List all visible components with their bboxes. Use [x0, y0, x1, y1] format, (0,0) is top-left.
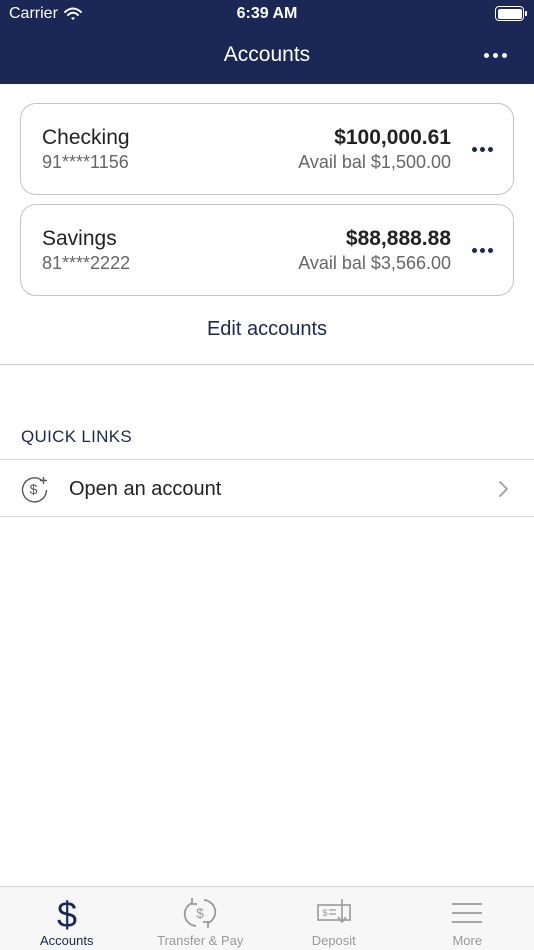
quick-link-label: Open an account — [69, 478, 222, 500]
svg-text:$: $ — [196, 905, 204, 921]
tab-label: Deposit — [311, 933, 356, 948]
tab-label: Accounts — [40, 933, 94, 948]
tab-deposit[interactable]: $ Deposit — [267, 887, 401, 950]
quick-link-open-account[interactable]: $ Open an account — [0, 459, 534, 517]
quick-links-heading: QUICK LINKS — [21, 427, 132, 446]
account-number: 81****2222 — [42, 253, 131, 273]
tab-transfer-pay[interactable]: $ Transfer & Pay — [134, 887, 268, 950]
account-name: Savings — [42, 227, 117, 250]
svg-text:$: $ — [57, 895, 77, 931]
tab-more[interactable]: More — [401, 887, 534, 950]
dollar-plus-icon: $ — [21, 477, 48, 503]
status-time: 6:39 AM — [236, 5, 298, 22]
battery-icon — [495, 6, 527, 21]
tab-bar: $ Accounts $ Transfer & Pay $ Deposit Mo… — [0, 886, 534, 950]
available-balance: Avail bal $3,566.00 — [298, 253, 451, 273]
page-title: Accounts — [223, 43, 311, 66]
dollar-icon: $ — [57, 895, 77, 931]
check-deposit-icon: $ — [316, 899, 351, 924]
available-balance: Avail bal $1,500.00 — [298, 152, 451, 172]
chevron-right-icon — [499, 481, 508, 497]
account-name: Checking — [42, 126, 130, 149]
svg-text:$: $ — [30, 481, 38, 497]
tab-label: Transfer & Pay — [157, 933, 244, 948]
account-card-savings[interactable]: Savings 81****2222 $88,888.88 Avail bal … — [20, 204, 514, 296]
tab-label: More — [452, 933, 483, 948]
transfer-icon: $ — [184, 898, 217, 928]
status-bar: Carrier 6:39 AM — [0, 0, 534, 28]
account-more-icon[interactable] — [469, 240, 495, 260]
account-balance: $100,000.61 — [334, 126, 451, 149]
edit-accounts-button[interactable]: Edit accounts — [0, 318, 534, 341]
account-more-icon[interactable] — [469, 139, 495, 159]
menu-icon — [452, 903, 483, 923]
account-balance: $88,888.88 — [345, 227, 451, 250]
account-number: 91****1156 — [42, 152, 129, 172]
tab-accounts[interactable]: $ Accounts — [0, 887, 134, 950]
more-options-icon[interactable] — [480, 44, 510, 66]
svg-text:$: $ — [322, 908, 327, 918]
account-card-checking[interactable]: Checking 91****1156 $100,000.61 Avail ba… — [20, 103, 514, 195]
app-header: Carrier 6:39 AM Accounts — [0, 0, 534, 84]
section-divider — [0, 364, 534, 365]
